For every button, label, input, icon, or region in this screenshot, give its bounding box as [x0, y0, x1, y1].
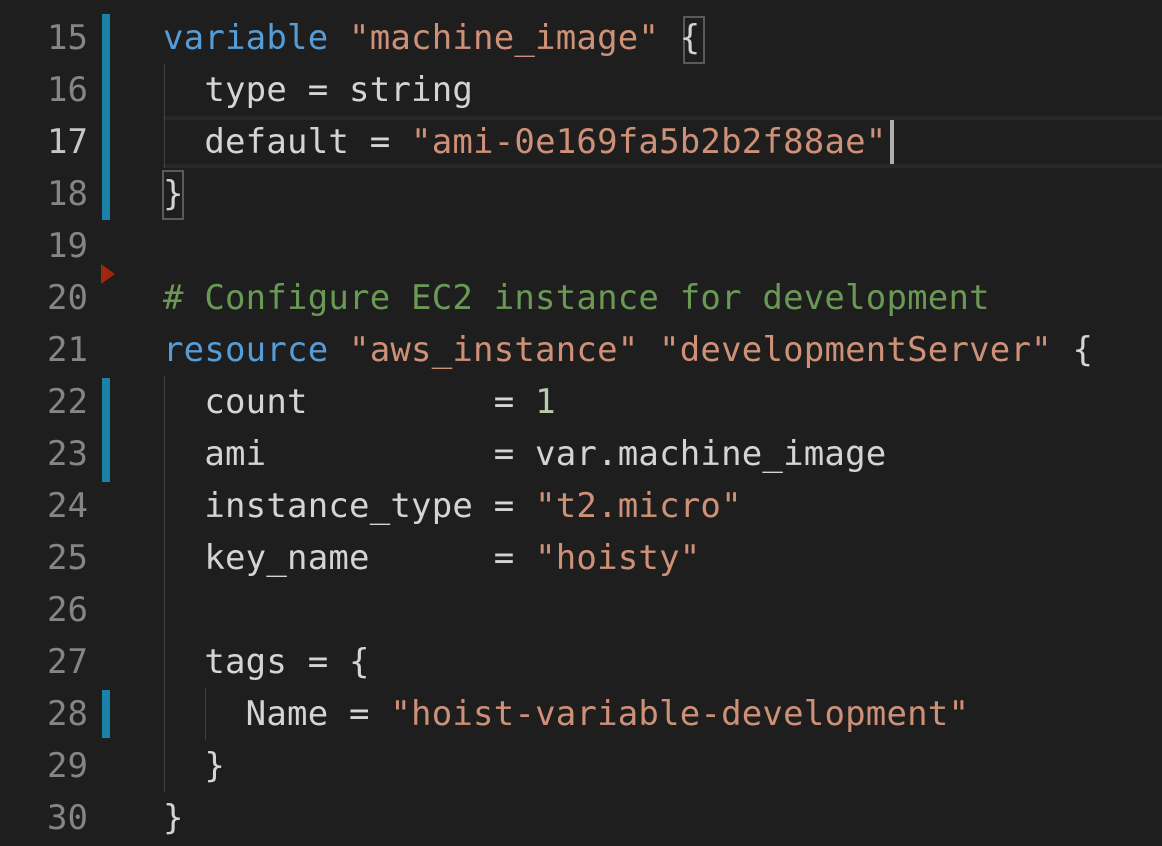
line-number[interactable]: 16 [0, 64, 88, 116]
code-text[interactable]: ami = var.machine_image [163, 428, 886, 480]
code-line[interactable]: 15 variable "machine_image" { [0, 12, 1162, 64]
code-token: tags = { [163, 642, 370, 682]
code-line[interactable]: 21 resource "aws_instance" "developmentSe… [0, 324, 1162, 376]
code-token: Name = [163, 694, 391, 734]
line-number[interactable]: 23 [0, 428, 88, 480]
code-text[interactable]: tags = { [163, 636, 370, 688]
code-token: instance_type = [163, 486, 536, 526]
line-number[interactable]: 24 [0, 480, 88, 532]
code-line[interactable]: 28 Name = "hoist-variable-development" [0, 688, 1162, 740]
code-token: resource [163, 330, 329, 370]
code-text[interactable]: variable "machine_image" { [163, 12, 700, 64]
code-text[interactable]: default = "ami-0e169fa5b2b2f88ae" [163, 116, 886, 168]
code-text[interactable]: # Configure EC2 instance for development [163, 272, 990, 324]
code-line[interactable]: 26 [0, 584, 1162, 636]
code-token: 1 [535, 382, 556, 422]
code-editor[interactable]: 15 variable "machine_image" {16 type = st… [0, 0, 1162, 846]
code-text[interactable]: } [163, 792, 184, 844]
line-number[interactable]: 17 [0, 116, 88, 168]
line-number[interactable]: 20 [0, 272, 88, 324]
code-line[interactable]: 22 count = 1 [0, 376, 1162, 428]
code-line[interactable]: 19 [0, 220, 1162, 272]
code-line[interactable]: 27 tags = { [0, 636, 1162, 688]
code-text[interactable]: resource "aws_instance" "developmentServ… [163, 324, 1093, 376]
line-number[interactable]: 25 [0, 532, 88, 584]
code-token: "machine_image" [349, 18, 660, 58]
code-token: { [1051, 330, 1094, 370]
code-line[interactable]: 23 ami = var.machine_image [0, 428, 1162, 480]
code-token: { [679, 18, 701, 58]
code-text[interactable]: key_name = "hoisty" [163, 532, 700, 584]
code-line[interactable]: 24 instance_type = "t2.micro" [0, 480, 1162, 532]
code-token: count = [163, 382, 536, 422]
code-line[interactable]: 25 key_name = "hoisty" [0, 532, 1162, 584]
text-cursor [890, 120, 894, 164]
code-token: # Configure EC2 instance for development [163, 278, 990, 318]
code-text[interactable]: instance_type = "t2.micro" [163, 480, 742, 532]
line-number[interactable]: 15 [0, 12, 88, 64]
line-number[interactable]: 28 [0, 688, 88, 740]
code-line[interactable]: 30} [0, 792, 1162, 844]
code-token: "aws_instance" [349, 330, 639, 370]
code-token: "developmentServer" [659, 330, 1052, 370]
code-line[interactable]: 17 default = "ami-0e169fa5b2b2f88ae" [0, 116, 1162, 168]
code-token: } [163, 798, 184, 838]
code-token: "t2.micro" [535, 486, 742, 526]
code-token: "hoisty" [535, 538, 701, 578]
code-text[interactable]: Name = "hoist-variable-development" [163, 688, 969, 740]
code-token: "hoist-variable-development" [390, 694, 970, 734]
code-line[interactable]: 18} [0, 168, 1162, 220]
code-token: } [163, 746, 226, 786]
code-token: type = string [163, 70, 474, 110]
code-token: } [163, 174, 184, 214]
code-token: "ami-0e169fa5b2b2f88ae" [411, 122, 887, 162]
code-text[interactable]: } [163, 740, 225, 792]
code-line[interactable]: 16 type = string [0, 64, 1162, 116]
line-number[interactable]: 22 [0, 376, 88, 428]
line-number[interactable]: 21 [0, 324, 88, 376]
code-line[interactable]: 29 } [0, 740, 1162, 792]
line-number[interactable]: 30 [0, 792, 88, 844]
code-text[interactable]: } [163, 168, 184, 220]
line-number[interactable]: 18 [0, 168, 88, 220]
line-number[interactable]: 26 [0, 584, 88, 636]
line-number[interactable]: 29 [0, 740, 88, 792]
code-line[interactable]: 20 # Configure EC2 instance for developme… [0, 272, 1162, 324]
code-token: default = [163, 122, 412, 162]
code-text[interactable]: count = 1 [163, 376, 556, 428]
line-number[interactable]: 27 [0, 636, 88, 688]
code-token: key_name = [163, 538, 536, 578]
line-number[interactable]: 19 [0, 220, 88, 272]
code-text[interactable]: type = string [163, 64, 473, 116]
code-token: variable [163, 18, 329, 58]
code-token: ami = var.machine_image [163, 434, 887, 474]
